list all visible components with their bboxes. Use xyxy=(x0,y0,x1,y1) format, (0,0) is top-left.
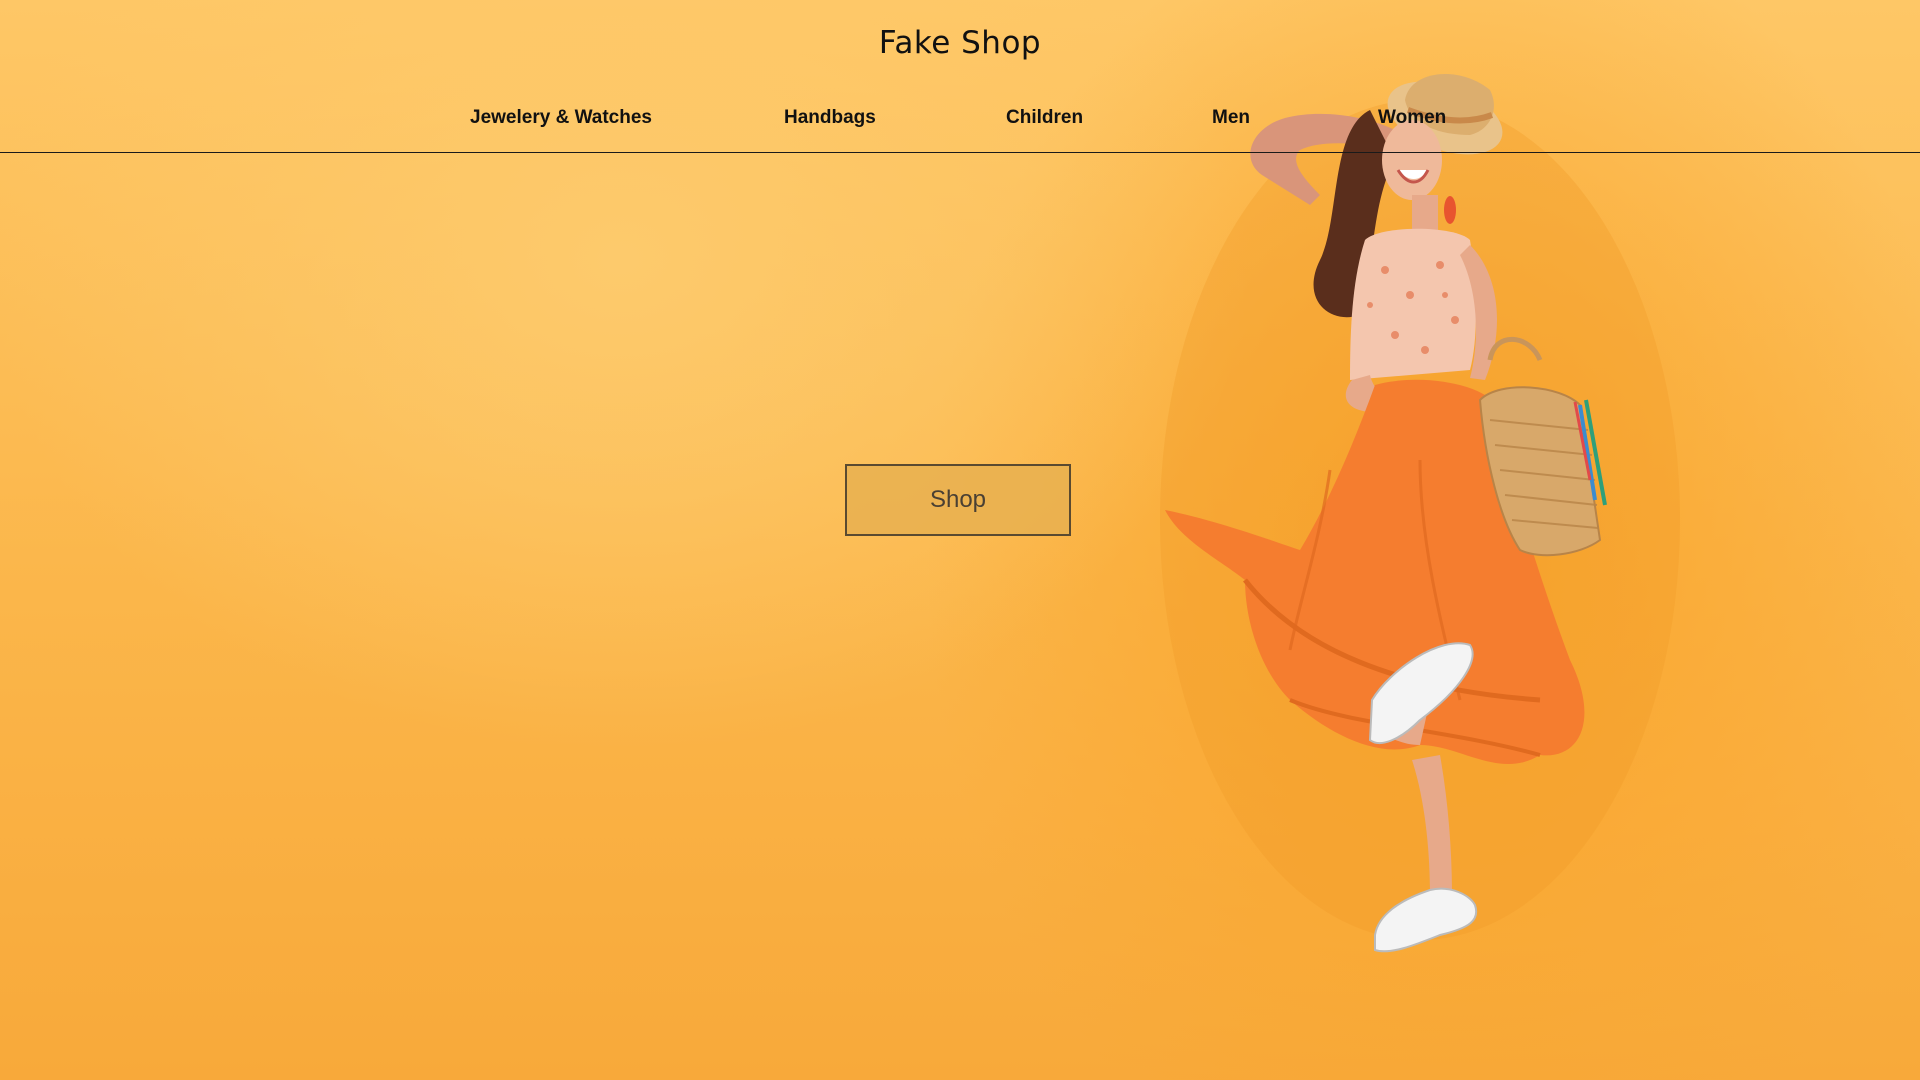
main-nav: Jewelery & Watches Handbags Children Men… xyxy=(0,100,1920,153)
nav-item-handbags[interactable]: Handbags xyxy=(784,106,876,130)
nav-item-men[interactable]: Men xyxy=(1212,106,1250,130)
nav-item-jewelery-watches[interactable]: Jewelery & Watches xyxy=(470,106,652,130)
hero-image xyxy=(1160,73,1680,953)
nav-item-women[interactable]: Women xyxy=(1378,106,1446,130)
site-title[interactable]: Fake Shop xyxy=(0,18,1920,68)
shop-button[interactable]: Shop xyxy=(845,464,1071,536)
nav-item-children[interactable]: Children xyxy=(1006,106,1083,130)
